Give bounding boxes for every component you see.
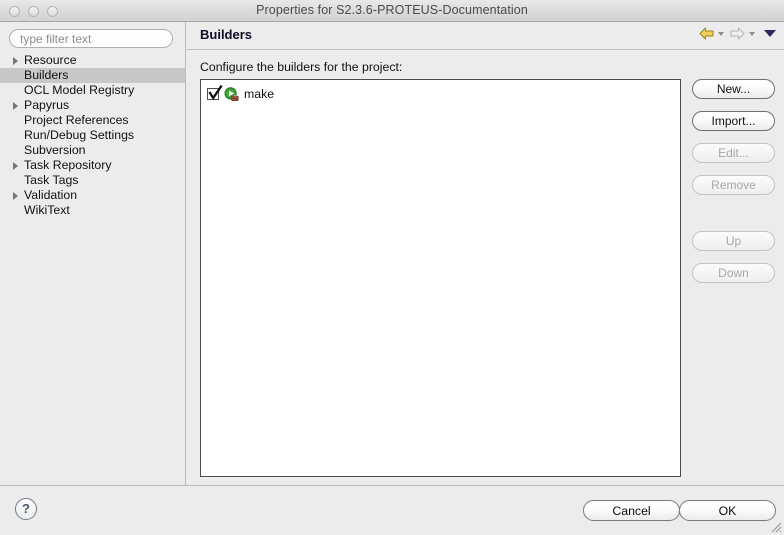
header-separator: [187, 49, 784, 50]
down-button: Down: [692, 263, 775, 283]
ok-button[interactable]: OK: [679, 500, 776, 521]
help-button[interactable]: ?: [15, 498, 37, 520]
builder-row[interactable]: make: [201, 84, 680, 104]
builders-list[interactable]: make: [200, 79, 681, 477]
sidebar-item-task-repository[interactable]: Task Repository: [0, 158, 185, 173]
builder-name: make: [244, 87, 275, 101]
cancel-button[interactable]: Cancel: [583, 500, 680, 521]
forward-arrow-icon: [730, 27, 745, 40]
builders-page: Builders Configure the builders for the …: [187, 22, 784, 485]
back-button[interactable]: [699, 27, 714, 40]
sidebar-item-run-debug-settings[interactable]: Run/Debug Settings: [0, 128, 185, 143]
sidebar-item-label: Papyrus: [24, 98, 70, 112]
new-button[interactable]: New...: [692, 79, 775, 99]
instruction-label: Configure the builders for the project:: [200, 60, 403, 74]
view-menu-icon[interactable]: [764, 30, 776, 37]
sidebar-item-validation[interactable]: Validation: [0, 188, 185, 203]
import-button[interactable]: Import...: [692, 111, 775, 131]
sidebar-item-label: Validation: [24, 188, 78, 202]
properties-dialog: Properties for S2.3.6-PROTEUS-Documentat…: [0, 0, 784, 535]
sidebar-item-project-references[interactable]: Project References: [0, 113, 185, 128]
preferences-sidebar: ResourceBuildersOCL Model RegistryPapyru…: [0, 22, 186, 485]
expand-triangle-icon[interactable]: [13, 57, 18, 65]
expand-triangle-icon[interactable]: [13, 192, 18, 200]
sidebar-item-label: WikiText: [24, 203, 70, 217]
sidebar-item-label: Subversion: [24, 143, 86, 157]
edit-button: Edit...: [692, 143, 775, 163]
page-title: Builders: [200, 27, 253, 42]
forward-button[interactable]: [730, 27, 745, 40]
builders-action-buttons: New... Import... Edit... Remove Up Down: [692, 79, 776, 295]
page-navigation-controls: [699, 27, 776, 40]
filter-input[interactable]: [9, 29, 173, 48]
sidebar-item-label: OCL Model Registry: [24, 83, 135, 97]
sidebar-item-label: Task Repository: [24, 158, 112, 172]
builder-enabled-checkbox[interactable]: [207, 85, 223, 101]
window-titlebar: Properties for S2.3.6-PROTEUS-Documentat…: [0, 0, 784, 22]
page-header: Builders: [187, 22, 784, 50]
back-arrow-icon: [699, 27, 714, 40]
external-tool-builder-icon: [224, 86, 239, 102]
dialog-footer: ? Cancel OK: [0, 486, 784, 535]
sidebar-item-subversion[interactable]: Subversion: [0, 143, 185, 158]
sidebar-item-label: Builders: [24, 68, 69, 82]
sidebar-item-label: Project References: [24, 113, 129, 127]
sidebar-item-label: Run/Debug Settings: [24, 128, 135, 142]
sidebar-item-wikitext[interactable]: WikiText: [0, 203, 185, 218]
button-group-spacer: [692, 207, 776, 231]
resize-grip-icon[interactable]: [768, 519, 782, 533]
sidebar-item-label: Resource: [24, 53, 77, 67]
sidebar-item-label: Task Tags: [24, 173, 79, 187]
expand-triangle-icon[interactable]: [13, 162, 18, 170]
forward-history-dropdown-icon[interactable]: [749, 31, 755, 36]
sidebar-item-papyrus[interactable]: Papyrus: [0, 98, 185, 113]
expand-triangle-icon[interactable]: [13, 102, 18, 110]
sidebar-item-task-tags[interactable]: Task Tags: [0, 173, 185, 188]
sidebar-item-resource[interactable]: Resource: [0, 53, 185, 68]
back-history-dropdown-icon[interactable]: [718, 31, 724, 36]
window-title: Properties for S2.3.6-PROTEUS-Documentat…: [256, 3, 528, 17]
remove-button: Remove: [692, 175, 775, 195]
preference-tree: Resource Builders OCL Model Registry Papyru…: [0, 53, 185, 218]
checkmark-icon: [208, 85, 223, 101]
up-button: Up: [692, 231, 775, 251]
sidebar-item-ocl-model-registry[interactable]: OCL Model Registry: [0, 83, 185, 98]
sidebar-item-builders[interactable]: Builders: [0, 68, 185, 83]
